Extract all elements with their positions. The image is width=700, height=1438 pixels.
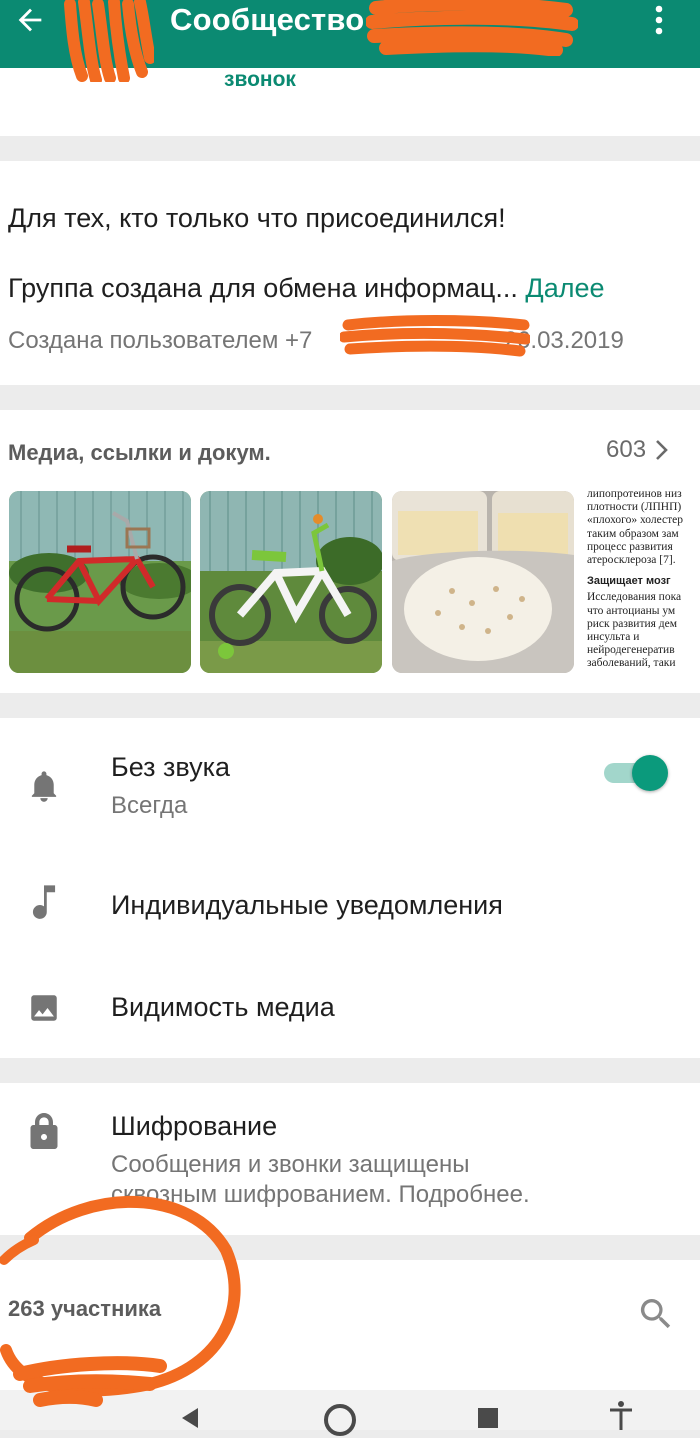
doc-line: атеросклероза [7].: [587, 554, 676, 567]
doc-line: липопротеинов низ: [587, 488, 682, 500]
call-section: звонок: [0, 68, 700, 136]
doc-line: «плохого» холестер: [587, 514, 683, 527]
encryption-line-2: сквозным шифрованием. Подробнее.: [111, 1181, 530, 1208]
app-bar: Сообщество: [0, 0, 700, 68]
doc-line: процесс развития: [587, 540, 673, 553]
encryption-row[interactable]: Шифрование Сообщения и звонки защищены с…: [0, 1083, 700, 1235]
description-line-2: Группа создана для обмена информац... Да…: [8, 273, 605, 304]
back-button[interactable]: [8, 0, 52, 40]
group-description: Для тех, кто только что присоединился! Г…: [0, 161, 700, 385]
doc-heading: Защищает мозг: [587, 575, 671, 588]
group-title[interactable]: Сообщество: [170, 2, 364, 38]
chevron-right-icon[interactable]: [654, 438, 670, 462]
document-text-photo[interactable]: липопротеинов низ плотности (ЛПНП) «плох…: [587, 488, 700, 680]
media-count[interactable]: 603: [606, 436, 646, 464]
toggle-knob: [632, 755, 668, 791]
media-thumbnail[interactable]: [392, 491, 574, 673]
participants-count: 263 участника: [8, 1296, 162, 1321]
more-vert-icon: [655, 5, 663, 35]
more-options-button[interactable]: [642, 0, 676, 40]
arrow-back-icon: [18, 8, 42, 32]
media-visibility-title: Видимость медиа: [111, 992, 335, 1022]
doc-line: инсульта и: [587, 631, 640, 644]
doc-line: что антоцианы ум: [587, 604, 676, 617]
doc-line: нейродегенератив: [587, 644, 675, 657]
media-section: Медиа, ссылки и докум. 603 липопротеинов…: [0, 410, 700, 693]
description-line-1: Для тех, кто только что присоединился!: [8, 203, 506, 233]
doc-line: таким образом зам: [587, 527, 679, 540]
search-icon[interactable]: [636, 1294, 676, 1334]
encryption-title: Шифрование: [111, 1111, 278, 1141]
music-note-icon: [26, 884, 62, 920]
mute-subtitle: Всегда: [111, 792, 188, 819]
nav-back-icon[interactable]: [178, 1406, 200, 1430]
mute-toggle[interactable]: [604, 753, 668, 791]
media-thumbnail[interactable]: [200, 491, 382, 673]
nav-accessibility-icon[interactable]: [608, 1400, 634, 1430]
white-green-bicycle-photo: [200, 491, 382, 673]
nav-recents-icon[interactable]: [476, 1406, 500, 1430]
system-nav-bar: [0, 1390, 700, 1436]
mute-title: Без звука: [111, 752, 231, 782]
custom-notifications-title: Индивидуальные уведомления: [111, 890, 503, 920]
doc-line: заболеваний, таки: [587, 657, 676, 670]
image-icon: [26, 990, 62, 1026]
notification-settings: Без звука Всегда Индивидуальные уведомле…: [0, 718, 700, 1058]
created-prefix: Создана пользователем +7: [8, 327, 313, 354]
call-button-label[interactable]: звонок: [224, 68, 296, 92]
created-by: Создана пользователем +7 , 26.03.2019: [8, 327, 624, 355]
lock-icon: [26, 1113, 62, 1149]
media-title[interactable]: Медиа, ссылки и докум.: [8, 440, 271, 466]
read-more-link[interactable]: Далее: [525, 273, 604, 303]
red-bicycle-photo: [9, 491, 191, 673]
participants-header: 263 участника: [0, 1260, 700, 1390]
doc-line: риск развития дем: [587, 617, 678, 630]
created-date: , 26.03.2019: [490, 327, 624, 354]
food-container-photo: [392, 491, 574, 673]
bell-icon: [26, 768, 62, 804]
doc-line: плотности (ЛПНП): [587, 501, 682, 514]
description-text: Группа создана для обмена информац...: [8, 273, 518, 303]
encryption-line-1: Сообщения и звонки защищены: [111, 1151, 470, 1178]
nav-home-icon[interactable]: [322, 1402, 358, 1438]
doc-line: Исследования пока: [587, 591, 682, 604]
media-thumbnail[interactable]: [9, 491, 191, 673]
